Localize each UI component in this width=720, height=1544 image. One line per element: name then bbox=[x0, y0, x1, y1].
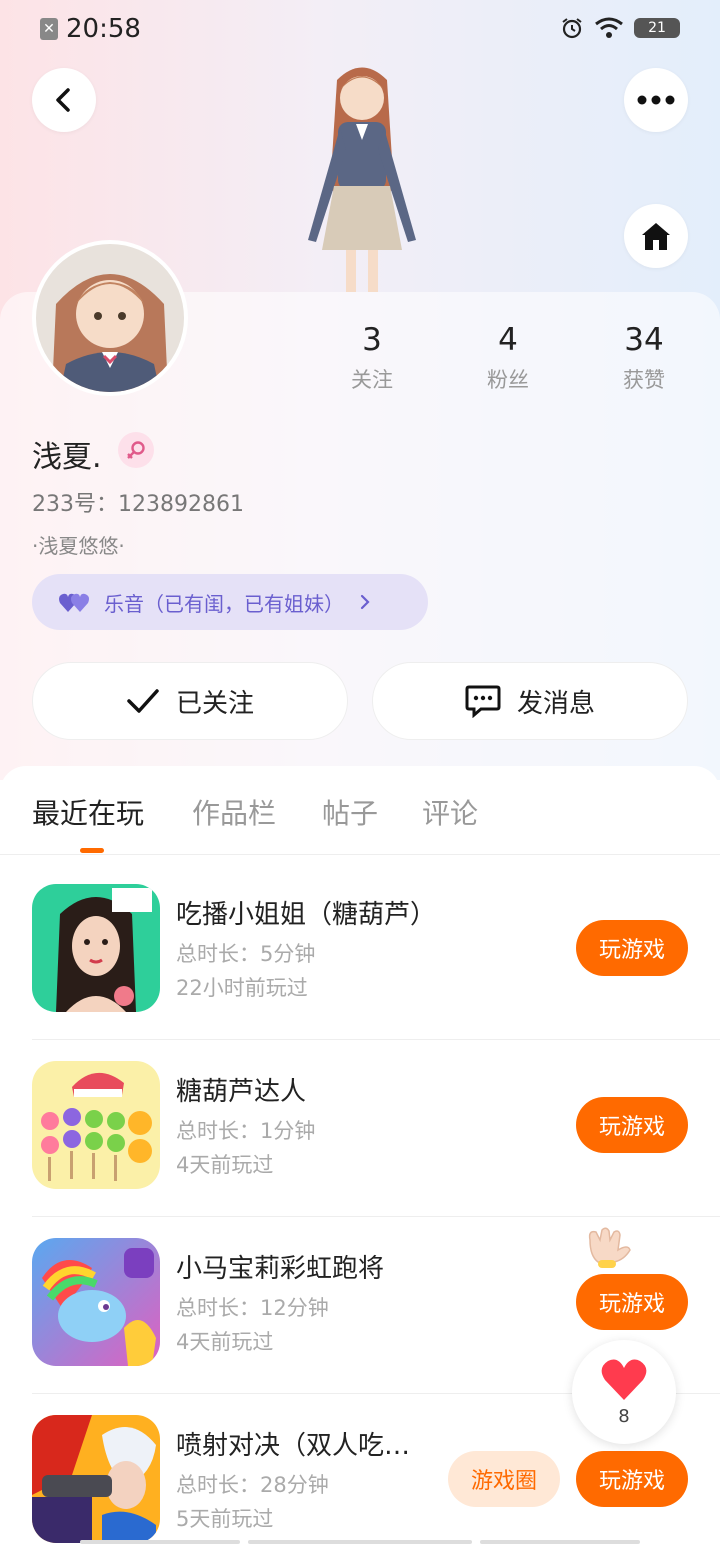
stat-likes[interactable]: 34 获赞 bbox=[584, 322, 704, 394]
game-last-played: 5天前玩过 bbox=[176, 1507, 274, 1531]
play-game-button[interactable]: 玩游戏 bbox=[576, 1274, 688, 1330]
home-indicator bbox=[80, 1540, 240, 1544]
double-heart-icon bbox=[59, 593, 89, 612]
tab-posts[interactable]: 帖子 bbox=[322, 792, 378, 832]
back-button[interactable] bbox=[32, 68, 96, 132]
tab-recently-played[interactable]: 最近在玩 bbox=[32, 792, 144, 832]
chevron-right-icon bbox=[360, 594, 370, 610]
row-divider bbox=[32, 1216, 720, 1217]
battery-indicator: 21 bbox=[634, 18, 680, 38]
game-last-played: 4天前玩过 bbox=[176, 1153, 274, 1177]
game-icon-pony-runner bbox=[32, 1238, 160, 1366]
home-indicator bbox=[248, 1540, 472, 1544]
relationship-tag[interactable]: 乐音（已有闺，已有姐妹） bbox=[32, 574, 428, 630]
fans-count: 4 bbox=[498, 322, 518, 358]
game-title: 吃播小姐姐（糖葫芦） bbox=[176, 900, 437, 930]
user-id: 233号：123892861 bbox=[32, 492, 244, 517]
fans-label: 粉丝 bbox=[487, 368, 529, 392]
game-last-played: 4天前玩过 bbox=[176, 1330, 274, 1354]
tab-comments[interactable]: 评论 bbox=[422, 792, 478, 832]
home-icon bbox=[642, 223, 670, 250]
game-icon-mukbang bbox=[32, 884, 160, 1012]
follow-label: 已关注 bbox=[175, 688, 254, 719]
game-row[interactable]: 糖葫芦达人 总时长：1分钟 4天前玩过 玩游戏 bbox=[0, 1041, 720, 1217]
user-name: 浅夏. bbox=[32, 440, 102, 475]
game-title: 喷射对决（双人吃… bbox=[176, 1431, 411, 1461]
game-duration: 总时长：1分钟 bbox=[176, 1119, 316, 1143]
game-duration: 总时长：28分钟 bbox=[176, 1473, 329, 1497]
game-title: 糖葫芦达人 bbox=[176, 1077, 307, 1107]
tag-label: 乐音（已有闺，已有姐妹） bbox=[104, 591, 344, 616]
play-game-button[interactable]: 玩游戏 bbox=[576, 1451, 688, 1507]
chevron-left-icon bbox=[56, 88, 70, 112]
game-title: 小马宝莉彩虹跑将 bbox=[176, 1254, 385, 1284]
checkmark-icon bbox=[127, 689, 159, 713]
character-figure-image bbox=[308, 67, 416, 292]
tab-works[interactable]: 作品栏 bbox=[192, 792, 276, 832]
message-button[interactable]: 发消息 bbox=[372, 662, 688, 740]
message-label: 发消息 bbox=[516, 688, 595, 719]
game-icon-candied-fruit bbox=[32, 1061, 160, 1189]
likes-count: 34 bbox=[624, 322, 664, 358]
chat-bubble-icon bbox=[465, 685, 501, 718]
stat-following[interactable]: 3 关注 bbox=[312, 322, 432, 394]
active-tab-indicator bbox=[80, 848, 104, 853]
more-dots-icon bbox=[637, 95, 675, 105]
status-bar: ✕ 20:58 21 bbox=[0, 0, 720, 58]
alarm-icon bbox=[562, 18, 582, 39]
user-signature: ·浅夏悠悠· bbox=[32, 534, 125, 558]
like-button[interactable]: 8 bbox=[572, 1340, 676, 1444]
status-time: 20:58 bbox=[66, 14, 141, 44]
likes-label: 获赞 bbox=[623, 368, 665, 392]
play-game-button[interactable]: 玩游戏 bbox=[576, 920, 688, 976]
user-avatar[interactable] bbox=[32, 240, 188, 396]
avatar-image bbox=[36, 244, 184, 392]
game-circle-button[interactable]: 游戏圈 bbox=[448, 1451, 560, 1507]
female-gender-icon bbox=[118, 432, 154, 468]
stat-fans[interactable]: 4 粉丝 bbox=[448, 322, 568, 394]
heart-icon bbox=[601, 1359, 647, 1400]
like-count: 8 bbox=[618, 1406, 630, 1427]
game-last-played: 22小时前玩过 bbox=[176, 976, 308, 1000]
row-divider bbox=[32, 1039, 720, 1040]
home-button[interactable] bbox=[624, 204, 688, 268]
more-button[interactable] bbox=[624, 68, 688, 132]
waving-hand-icon bbox=[588, 1227, 631, 1268]
play-game-button[interactable]: 玩游戏 bbox=[576, 1097, 688, 1153]
game-icon-shooter-duel bbox=[32, 1415, 160, 1543]
game-duration: 总时长：5分钟 bbox=[176, 942, 316, 966]
profile-tabs: 最近在玩 作品栏 帖子 评论 bbox=[0, 766, 720, 855]
follow-button[interactable]: 已关注 bbox=[32, 662, 348, 740]
wifi-icon bbox=[595, 17, 623, 38]
no-sim-icon: ✕ bbox=[40, 18, 58, 40]
game-duration: 总时长：12分钟 bbox=[176, 1296, 329, 1320]
game-row[interactable]: 吃播小姐姐（糖葫芦） 总时长：5分钟 22小时前玩过 玩游戏 bbox=[0, 864, 720, 1040]
following-count: 3 bbox=[362, 322, 382, 358]
home-indicator bbox=[480, 1540, 640, 1544]
following-label: 关注 bbox=[351, 368, 393, 392]
